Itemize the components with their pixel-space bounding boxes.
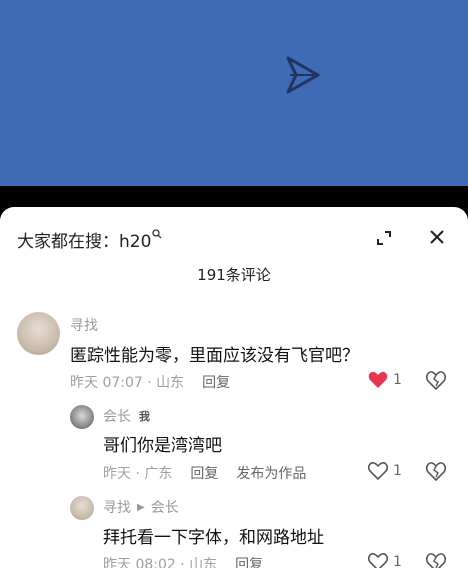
- comment-meta: 昨天 07:07 · 山东 回复: [70, 372, 230, 392]
- avatar[interactable]: [17, 312, 60, 355]
- search-suggestion[interactable]: 大家都在搜：h20: [17, 227, 162, 252]
- like-count: 1: [393, 463, 402, 479]
- aircraft-icon: [286, 56, 320, 94]
- comment-text: 拜托看一下字体，和网路地址: [103, 528, 324, 548]
- heart-icon: [368, 371, 388, 388]
- search-suggestion-text: 大家都在搜：h20: [17, 232, 152, 252]
- comment-time-location: 昨天 08:02 · 山东: [103, 557, 218, 568]
- publish-as-work-button[interactable]: 发布为作品: [236, 463, 306, 483]
- video-area[interactable]: [0, 0, 468, 186]
- like-count: 1: [393, 554, 402, 568]
- comment-text: 匿踪性能为零，里面应该没有飞官吧？: [70, 346, 359, 366]
- comment-meta: 昨天 · 广东 回复 发布为作品: [103, 463, 306, 483]
- reply-button[interactable]: 回复: [235, 554, 263, 568]
- dislike-icon[interactable]: [425, 369, 447, 391]
- dislike-icon[interactable]: [425, 551, 447, 568]
- reply-button[interactable]: 回复: [202, 372, 230, 392]
- avatar[interactable]: [70, 405, 94, 429]
- heart-icon: [368, 462, 388, 480]
- dislike-icon[interactable]: [425, 460, 447, 482]
- comment-time-location: 昨天 · 广东: [103, 466, 173, 482]
- comment-text: 哥们你是湾湾吧: [103, 436, 222, 456]
- expand-icon[interactable]: [376, 230, 392, 246]
- like-count: 1: [393, 372, 402, 388]
- close-icon[interactable]: [428, 228, 446, 246]
- like-button[interactable]: 1: [368, 371, 402, 389]
- like-button[interactable]: 1: [368, 462, 402, 480]
- like-button[interactable]: 1: [368, 553, 402, 568]
- comment-time-location: 昨天 07:07 · 山东: [70, 375, 185, 391]
- reply-to-username[interactable]: 会长: [151, 497, 179, 517]
- avatar[interactable]: [70, 496, 94, 520]
- heart-icon: [368, 553, 388, 568]
- author-badge: 我: [139, 410, 150, 423]
- comment-username[interactable]: 寻找: [70, 315, 98, 335]
- reply-arrow-icon: ▶: [137, 501, 145, 513]
- comment-username[interactable]: 寻找 ▶ 会长: [103, 497, 179, 517]
- comment-meta: 昨天 08:02 · 山东 回复: [103, 554, 263, 568]
- comments-sheet: 大家都在搜：h20 191条评论 寻找 匿踪性能为零，里面应该没有飞官吧？ 昨天…: [0, 207, 468, 568]
- comment-username[interactable]: 会长 我: [103, 406, 150, 426]
- search-icon: [152, 228, 162, 242]
- comments-count: 191条评论: [197, 266, 271, 284]
- reply-button[interactable]: 回复: [190, 463, 218, 483]
